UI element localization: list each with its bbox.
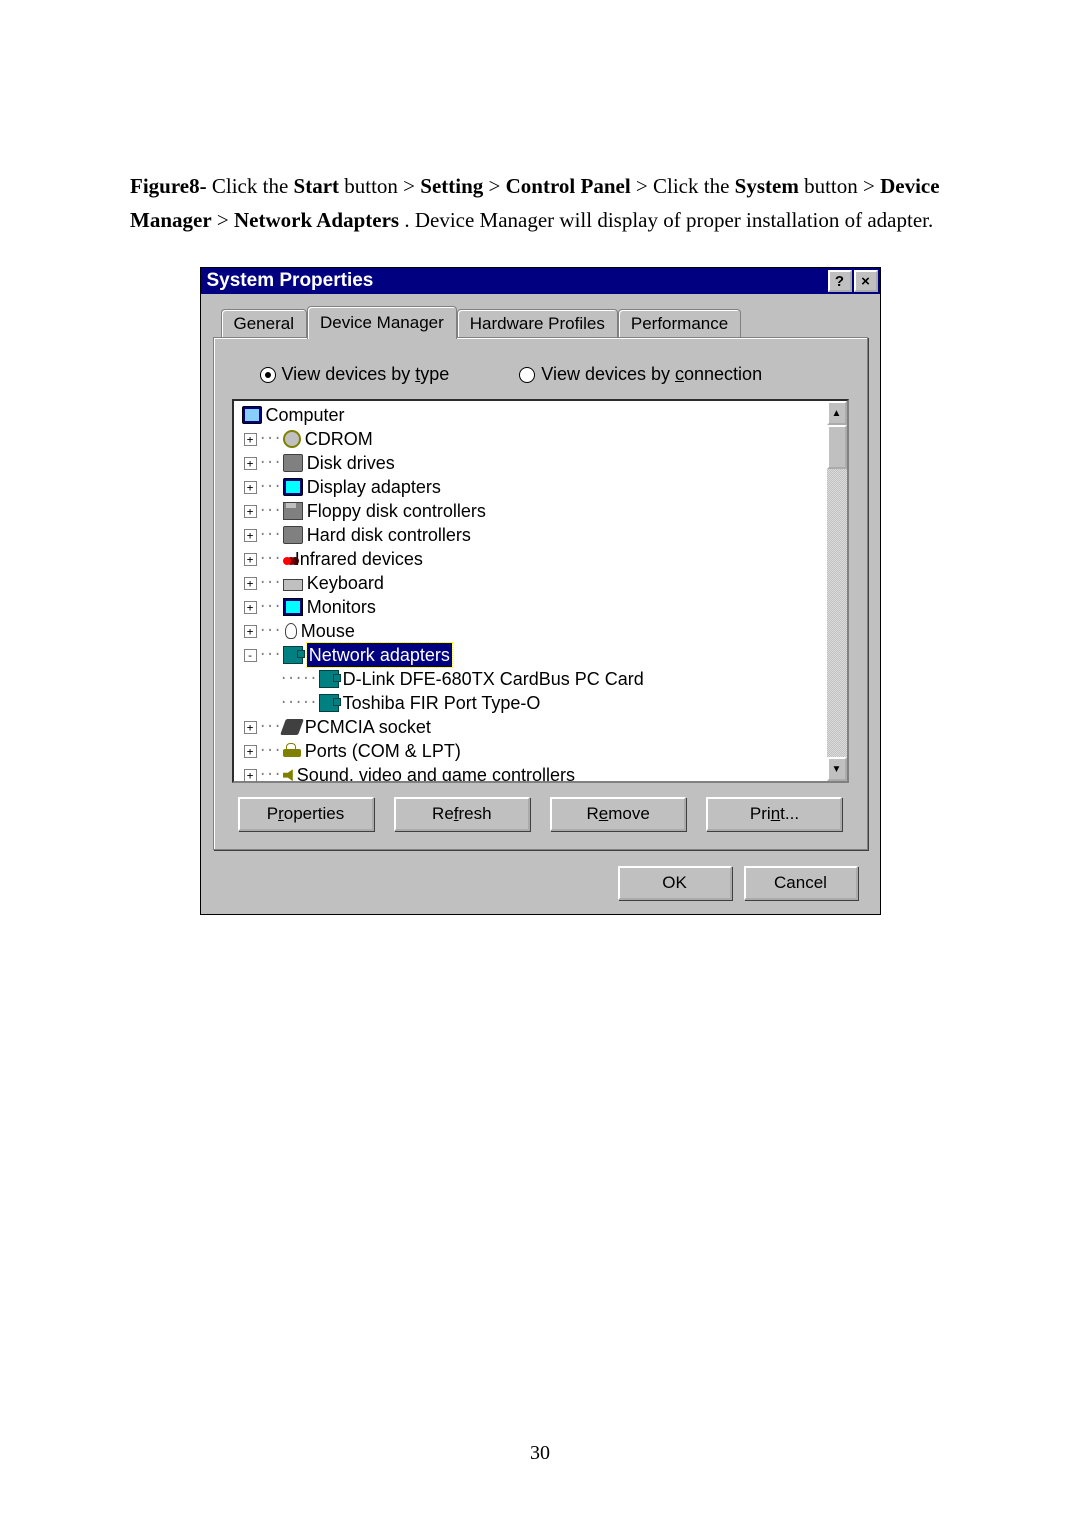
expand-icon[interactable]: +	[244, 457, 257, 470]
tree-node-toshiba-fir[interactable]: ····· Toshiba FIR Port Type-O	[236, 691, 827, 715]
sound-icon	[283, 769, 293, 781]
tab-device-manager[interactable]: Device Manager	[307, 306, 457, 339]
device-manager-panel: View devices by type View devices by con…	[213, 337, 868, 850]
computer-icon	[242, 406, 262, 424]
tab-hardware-profiles[interactable]: Hardware Profiles	[457, 309, 618, 338]
hdd-icon	[283, 526, 303, 544]
tree-node-dlink-card[interactable]: ····· D-Link DFE-680TX CardBus PC Card	[236, 667, 827, 691]
expand-icon[interactable]: +	[244, 505, 257, 518]
scroll-up-button[interactable]: ▲	[827, 401, 847, 425]
expand-icon[interactable]: +	[244, 625, 257, 638]
titlebar: System Properties ? ×	[201, 268, 880, 294]
expand-icon[interactable]: +	[244, 745, 257, 758]
expand-icon[interactable]: +	[244, 553, 257, 566]
tree-node-pcmcia[interactable]: +··· PCMCIA socket	[236, 715, 827, 739]
dialog-title: System Properties	[207, 270, 826, 292]
monitor-icon	[283, 598, 303, 616]
expand-icon[interactable]: +	[244, 433, 257, 446]
tree-node-monitors[interactable]: +··· Monitors	[236, 595, 827, 619]
tab-performance[interactable]: Performance	[618, 309, 741, 338]
infrared-icon	[283, 557, 291, 565]
tree-node-cdrom[interactable]: +··· CDROM	[236, 427, 827, 451]
tree-scrollbar[interactable]: ▲ ▼	[827, 401, 847, 781]
radio-icon	[519, 367, 535, 383]
tree-node-network-adapters[interactable]: -··· Network adapters	[236, 643, 827, 667]
floppy-icon	[283, 502, 303, 520]
network-icon	[319, 694, 339, 712]
collapse-icon[interactable]: -	[244, 649, 257, 662]
tree-node-mouse[interactable]: +··· Mouse	[236, 619, 827, 643]
expand-icon[interactable]: +	[244, 769, 257, 782]
ok-button[interactable]: OK	[618, 866, 732, 900]
radio-icon	[260, 367, 276, 383]
radio-view-by-connection[interactable]: View devices by connection	[519, 364, 762, 385]
mouse-icon	[285, 623, 297, 639]
tree-node-keyboard[interactable]: +··· Keyboard	[236, 571, 827, 595]
help-button[interactable]: ?	[828, 270, 852, 292]
cdrom-icon	[283, 430, 301, 448]
display-icon	[283, 478, 303, 496]
close-button[interactable]: ×	[854, 270, 878, 292]
keyboard-icon	[283, 579, 303, 591]
expand-icon[interactable]: +	[244, 577, 257, 590]
radio-view-by-type[interactable]: View devices by type	[260, 364, 450, 385]
tree-node-computer[interactable]: Computer	[236, 403, 827, 427]
print-button[interactable]: Print...	[706, 797, 842, 831]
tree-node-floppy[interactable]: +··· Floppy disk controllers	[236, 499, 827, 523]
tree-node-infrared[interactable]: +··· Infrared devices	[236, 547, 827, 571]
scroll-thumb[interactable]	[827, 425, 847, 469]
disk-icon	[283, 454, 303, 472]
tree-node-hdd[interactable]: +··· Hard disk controllers	[236, 523, 827, 547]
tab-strip: General Device Manager Hardware Profiles…	[221, 304, 868, 337]
page-number: 30	[0, 1442, 1080, 1465]
tab-general[interactable]: General	[221, 309, 307, 338]
tree-node-ports[interactable]: +··· Ports (COM & LPT)	[236, 739, 827, 763]
network-icon	[283, 646, 303, 664]
system-properties-dialog: System Properties ? × General Device Man…	[200, 267, 881, 915]
device-tree[interactable]: Computer +··· CDROM +··· Disk drives	[232, 399, 849, 783]
tree-node-disk-drives[interactable]: +··· Disk drives	[236, 451, 827, 475]
expand-icon[interactable]: +	[244, 481, 257, 494]
cancel-button[interactable]: Cancel	[744, 866, 858, 900]
remove-button[interactable]: Remove	[550, 797, 686, 831]
expand-icon[interactable]: +	[244, 721, 257, 734]
pcmcia-icon	[280, 719, 304, 735]
scroll-down-button[interactable]: ▼	[827, 757, 847, 781]
ports-icon	[283, 749, 301, 757]
expand-icon[interactable]: +	[244, 601, 257, 614]
scroll-track[interactable]	[827, 469, 847, 757]
refresh-button[interactable]: Refresh	[394, 797, 530, 831]
tree-node-display-adapters[interactable]: +··· Display adapters	[236, 475, 827, 499]
properties-button[interactable]: Properties	[238, 797, 374, 831]
figure-caption: Figure8- Click the Start button > Settin…	[130, 170, 950, 237]
tree-node-sound[interactable]: +··· Sound, video and game controllers	[236, 763, 827, 781]
expand-icon[interactable]: +	[244, 529, 257, 542]
network-icon	[319, 670, 339, 688]
